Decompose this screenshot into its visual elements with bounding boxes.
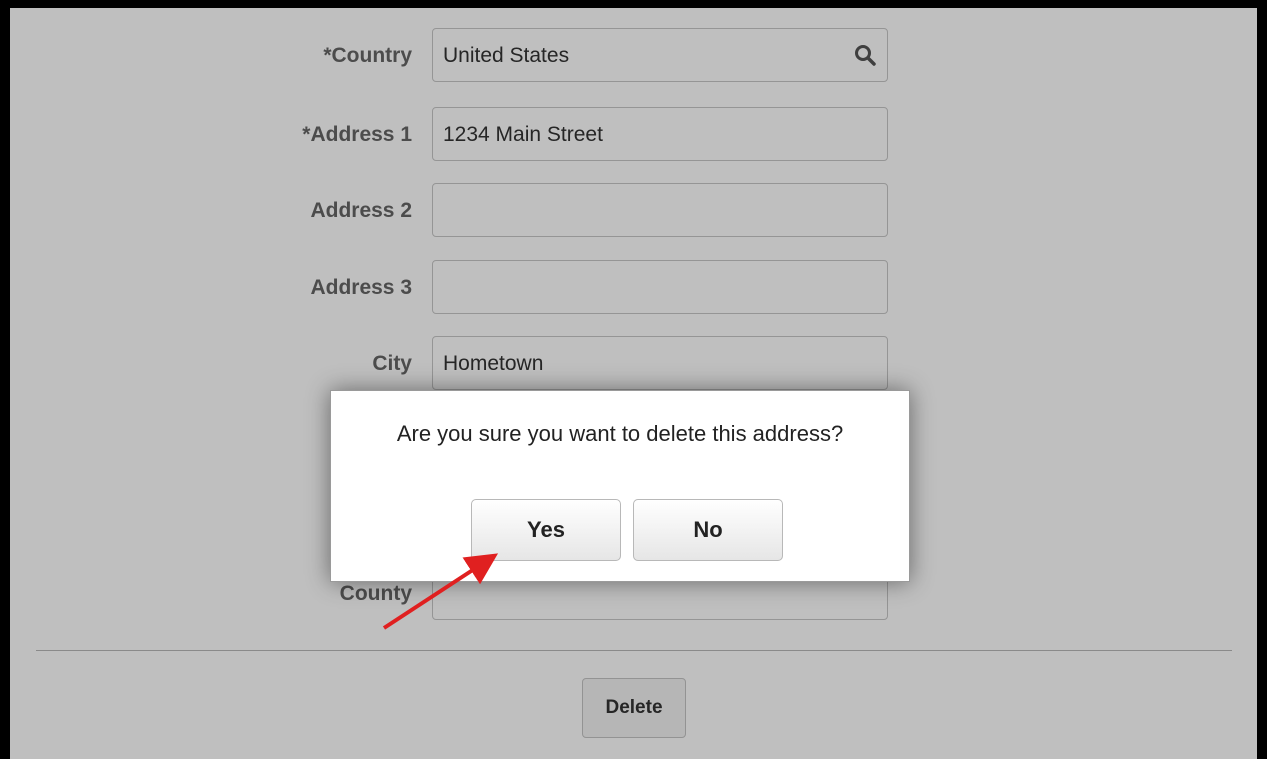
no-button[interactable]: No [633,499,783,561]
modal-overlay [10,8,1257,759]
dialog-message: Are you sure you want to delete this add… [396,421,844,446]
annotation-arrow-icon [382,553,499,630]
address-form-page: *Country United States *Address 1 1234 M… [10,8,1257,759]
